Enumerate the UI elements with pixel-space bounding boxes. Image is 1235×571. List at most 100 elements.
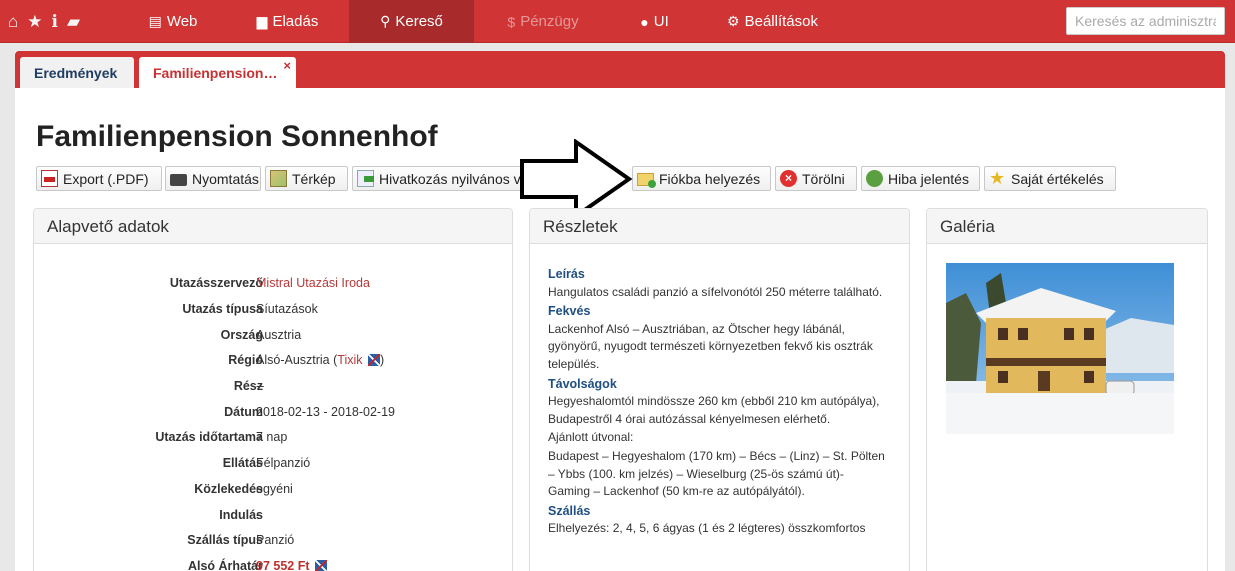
nav-finance: $ Pénzügy [497, 0, 589, 43]
map-button[interactable]: Térkép [265, 166, 348, 191]
printer-icon [170, 174, 187, 186]
detail-row: Régió Alsó-Ausztria (Tixik ) [34, 353, 514, 373]
dollar-icon: $ [507, 13, 516, 30]
region-map-icon[interactable] [368, 354, 380, 366]
row-label: Utazásszervező [169, 276, 263, 290]
nav-settings[interactable]: ⚙ Beállítások [720, 0, 825, 43]
close-icon[interactable]: × [283, 58, 291, 73]
basic-data-heading: Alapvető adatok [34, 209, 512, 244]
section-title: Szállás [548, 503, 591, 518]
detail-row: Utazásszervező Mistral Utazási Iroda [34, 276, 514, 296]
page-title: Familienpension Sonnenhof [36, 120, 438, 153]
star-icon[interactable]: ★ [27, 12, 42, 32]
map-label: Térkép [292, 170, 336, 187]
detail-row: Közlekedés egyéni [34, 482, 514, 502]
details-heading: Részletek [530, 209, 909, 244]
section-text: Ajánlott útvonal: [548, 430, 634, 445]
row-value: - [256, 508, 261, 522]
hotel-photo[interactable] [946, 263, 1174, 434]
pdf-icon [41, 170, 58, 187]
region-suffix: ) [380, 353, 385, 367]
briefcase-icon: ▆ [256, 13, 268, 29]
detail-row: Ország Ausztria [34, 328, 514, 348]
pointer-arrow-icon [520, 139, 633, 219]
tab-results-label: Eredmények [34, 64, 118, 81]
nav-finance-label: Pénzügy [520, 13, 579, 30]
section-title: Leírás [548, 267, 585, 281]
my-rating-label: Saját értékelés [1011, 170, 1104, 187]
nav-search[interactable]: ⚲ Kereső [349, 0, 474, 43]
basic-data-panel: Alapvető adatok Utazásszervező Mistral U… [33, 208, 513, 571]
detail-row: Utazás típusa Síutazások [34, 302, 514, 322]
report-error-button[interactable]: Hiba jelentés [861, 166, 980, 191]
section-text: Elhelyezés: 2, 4, 5, 6 ágyas (1 és 2 lég… [548, 521, 866, 536]
region-text: Alsó-Ausztria ( [256, 353, 338, 367]
price-chart-icon[interactable] [315, 560, 327, 571]
row-value: 7 nap [256, 430, 288, 444]
region-link[interactable]: Tixik [337, 353, 362, 367]
row-label: Szállás típus [187, 533, 263, 547]
public-link-label: Hivatkozás nyilvános v [379, 170, 521, 187]
nav-search-label: Kereső [395, 13, 443, 30]
export-pdf-button[interactable]: Export (.PDF) [36, 166, 162, 191]
nav-ui-label: UI [653, 13, 669, 30]
move-to-account-button[interactable]: Fiókba helyezés [632, 166, 771, 191]
section-text: Hegyeshalomtól mindössze 260 km (ebből 2… [548, 394, 880, 426]
min-price: 97 552 Ft [256, 559, 310, 571]
nav-sales[interactable]: ▆ Eladás [245, 0, 330, 43]
gallery-heading: Galéria [927, 209, 1207, 244]
tab-current[interactable]: Familienpension… × [139, 57, 296, 88]
delete-label: Törölni [802, 170, 845, 187]
detail-row: Rész -- [34, 379, 514, 399]
details-body: Leírás Hangulatos családi panzió a sífel… [548, 264, 888, 539]
info-icon[interactable]: ℹ [52, 12, 58, 32]
organizer-link[interactable]: Mistral Utazási Iroda [256, 276, 370, 290]
nav-web-label: Web [166, 13, 198, 30]
row-value: Alsó-Ausztria (Tixik ) [256, 353, 384, 367]
gear-icon: ⚙ [727, 13, 740, 29]
nav-sales-label: Eladás [272, 13, 319, 30]
public-link-button[interactable]: Hivatkozás nyilvános v [352, 166, 530, 191]
detail-row: Dátum 2018-02-13 - 2018-02-19 [34, 405, 514, 425]
section-text: Budapest – Hegyeshalom (170 km) – Bécs –… [548, 448, 885, 499]
detail-row: Utazás időtartama 7 nap [34, 430, 514, 450]
document-icon: ▤ [148, 13, 162, 29]
row-value: Ausztria [256, 328, 302, 342]
delete-button[interactable]: × Törölni [775, 166, 857, 191]
nav-web[interactable]: ▤ Web [138, 0, 208, 43]
gallery-panel: Galéria [926, 208, 1208, 571]
quick-icons: ⌂ ★ ℹ ▰ [8, 0, 89, 43]
top-navbar: ⌂ ★ ℹ ▰ ▤ Web ▆ Eladás ⚲ Kereső $ Pénzüg… [0, 0, 1235, 43]
admin-search-input[interactable] [1066, 7, 1225, 35]
nav-settings-label: Beállítások [744, 13, 818, 30]
folder-add-icon [637, 173, 656, 188]
row-label: Utazás időtartama [155, 430, 263, 444]
details-panel: Részletek Leírás Hangulatos családi panz… [529, 208, 910, 571]
row-value: 2018-02-13 - 2018-02-19 [256, 405, 395, 419]
detail-row: Alsó Árhatár 97 552 Ft [34, 559, 514, 571]
bug-icon [866, 170, 883, 187]
row-value: Síutazások [256, 302, 318, 316]
link-icon [357, 170, 374, 187]
section-text: Hangulatos családi panzió a sífelvonótól… [548, 284, 883, 299]
home-icon[interactable]: ⌂ [8, 12, 18, 32]
row-label: Alsó Árhatár [187, 559, 263, 571]
row-label: Utazás típusa [182, 302, 263, 316]
delete-icon: × [780, 170, 797, 187]
row-value: -- [256, 379, 265, 393]
row-value: Félpanzió [256, 456, 311, 470]
print-button[interactable]: Nyomtatás [165, 166, 261, 191]
nav-ui[interactable]: ● UI [627, 0, 682, 43]
star-rating-icon: ★ [989, 168, 1006, 188]
detail-row: Szállás típus Panzió [34, 533, 514, 553]
section-title: Fekvés [548, 304, 591, 319]
comment-icon[interactable]: ▰ [67, 12, 80, 32]
tab-results[interactable]: Eredmények [20, 57, 134, 88]
my-rating-button[interactable]: ★ Saját értékelés [984, 166, 1116, 191]
detail-row: Ellátás Félpanzió [34, 456, 514, 476]
globe-icon: ● [640, 13, 649, 30]
report-error-label: Hiba jelentés [888, 170, 969, 187]
search-icon: ⚲ [380, 13, 391, 29]
row-label: Közlekedés [194, 482, 263, 496]
print-label: Nyomtatás [192, 170, 259, 187]
